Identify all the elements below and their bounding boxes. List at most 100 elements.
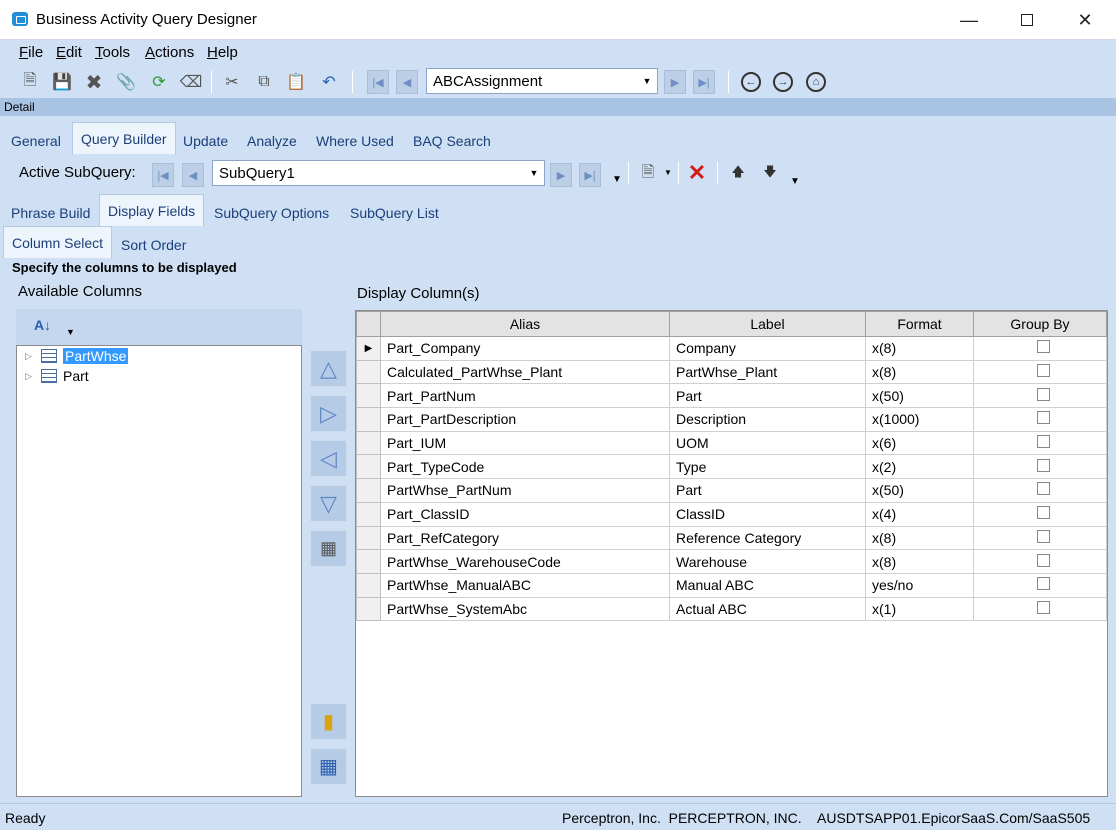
- cell-alias[interactable]: Part_IUM: [380, 430, 670, 456]
- cell-format[interactable]: x(8): [865, 549, 974, 574]
- cell-alias[interactable]: Part_TypeCode: [380, 454, 670, 480]
- group-by-checkbox[interactable]: [1036, 340, 1050, 354]
- cell-format[interactable]: x(50): [865, 383, 974, 409]
- column-header-label[interactable]: Label: [669, 311, 866, 337]
- cell-format[interactable]: x(8): [865, 525, 974, 551]
- last-record-icon[interactable]: ▶|: [693, 70, 715, 94]
- cell-label[interactable]: ClassID: [669, 501, 866, 527]
- grid-icon[interactable]: ▦: [310, 748, 347, 785]
- cell-alias[interactable]: PartWhse_PartNum: [380, 478, 670, 503]
- cell-group-by[interactable]: [973, 572, 1107, 598]
- menu-edit[interactable]: Edit: [56, 44, 82, 61]
- cell-format[interactable]: x(8): [865, 359, 974, 385]
- tab-analyze[interactable]: Analyze: [239, 128, 305, 154]
- chevron-down-icon[interactable]: ▼: [66, 327, 75, 337]
- move-up-icon[interactable]: △: [310, 350, 347, 387]
- group-by-checkbox[interactable]: [1036, 553, 1050, 567]
- cell-group-by[interactable]: [973, 596, 1107, 622]
- tab-sort-order[interactable]: Sort Order: [113, 232, 194, 258]
- cell-group-by[interactable]: [973, 549, 1107, 574]
- cell-alias[interactable]: Part_PartDescription: [380, 407, 670, 432]
- menu-tools[interactable]: Tools: [95, 44, 130, 61]
- cell-alias[interactable]: Calculated_PartWhse_Plant: [380, 359, 670, 385]
- group-by-checkbox[interactable]: [1036, 364, 1050, 378]
- expand-icon[interactable]: ▷: [25, 351, 37, 362]
- cell-format[interactable]: x(8): [865, 336, 974, 361]
- clear-icon[interactable]: ⌫: [180, 72, 203, 92]
- group-by-checkbox[interactable]: [1036, 506, 1050, 520]
- row-indicator[interactable]: [356, 383, 381, 409]
- cell-format[interactable]: x(1): [865, 596, 974, 622]
- cell-group-by[interactable]: [973, 383, 1107, 409]
- cell-label[interactable]: Description: [669, 407, 866, 432]
- cell-label[interactable]: Warehouse: [669, 549, 866, 574]
- tab-subquery-options[interactable]: SubQuery Options: [206, 200, 337, 226]
- row-indicator[interactable]: [356, 359, 381, 385]
- cell-group-by[interactable]: [973, 525, 1107, 551]
- group-by-checkbox[interactable]: [1036, 387, 1050, 401]
- minimize-button[interactable]: —: [940, 0, 998, 40]
- cell-label[interactable]: Type: [669, 454, 866, 480]
- table-row[interactable]: Part_PartNum Part x(50): [356, 383, 1107, 409]
- add-column-icon[interactable]: ▷: [310, 395, 347, 432]
- cell-format[interactable]: x(4): [865, 501, 974, 527]
- cell-group-by[interactable]: [973, 407, 1107, 432]
- table-row[interactable]: Calculated_PartWhse_Plant PartWhse_Plant x…: [356, 359, 1107, 385]
- paste-icon[interactable]: 📋: [286, 72, 306, 92]
- table-row[interactable]: ▶ Part_Company Company x(8): [356, 336, 1107, 361]
- cell-alias[interactable]: PartWhse_WarehouseCode: [380, 549, 670, 574]
- table-row[interactable]: Part_TypeCode Type x(2): [356, 454, 1107, 480]
- forward-icon[interactable]: →: [773, 72, 793, 92]
- home-icon[interactable]: ⌂: [806, 72, 826, 92]
- save-icon[interactable]: 💾: [52, 72, 72, 92]
- group-by-checkbox[interactable]: [1036, 435, 1050, 449]
- column-header-format[interactable]: Format: [865, 311, 974, 337]
- cell-label[interactable]: PartWhse_Plant: [669, 359, 866, 385]
- copy-icon[interactable]: ⧉: [254, 72, 274, 92]
- cell-alias[interactable]: PartWhse_SystemAbc: [380, 596, 670, 622]
- new-subquery-icon[interactable]: 🗎: [638, 164, 658, 184]
- subquery-next-icon[interactable]: ▶: [550, 163, 572, 187]
- row-indicator[interactable]: [356, 478, 381, 503]
- row-indicator[interactable]: [356, 430, 381, 456]
- cell-group-by[interactable]: [973, 501, 1107, 527]
- query-id-combo[interactable]: ABCAssignment ▼: [426, 68, 658, 94]
- tab-query-builder[interactable]: Query Builder: [72, 122, 176, 154]
- previous-record-icon[interactable]: ◀: [396, 70, 418, 94]
- tree-node[interactable]: ▷ PartWhse: [17, 346, 301, 366]
- remove-column-icon[interactable]: ◁: [310, 440, 347, 477]
- cut-icon[interactable]: ✂: [222, 72, 242, 92]
- table-row[interactable]: Part_IUM UOM x(6): [356, 430, 1107, 456]
- cell-label[interactable]: Reference Category: [669, 525, 866, 551]
- table-row[interactable]: Part_RefCategory Reference Category x(8): [356, 525, 1107, 551]
- overflow-icon[interactable]: ▼: [612, 174, 622, 185]
- cell-alias[interactable]: Part_PartNum: [380, 383, 670, 409]
- menu-actions[interactable]: Actions: [145, 44, 194, 61]
- column-header-alias[interactable]: Alias: [380, 311, 670, 337]
- row-indicator[interactable]: [356, 525, 381, 551]
- cell-alias[interactable]: Part_Company: [380, 336, 670, 361]
- cell-group-by[interactable]: [973, 430, 1107, 456]
- chevron-down-icon[interactable]: ▼: [526, 164, 542, 182]
- row-indicator[interactable]: [356, 572, 381, 598]
- chevron-down-icon[interactable]: ▼: [639, 72, 655, 90]
- row-indicator[interactable]: [356, 549, 381, 574]
- tab-where-used[interactable]: Where Used: [308, 128, 402, 154]
- delete-icon[interactable]: ✖: [84, 72, 104, 94]
- menu-help[interactable]: Help: [207, 44, 238, 61]
- subquery-last-icon[interactable]: ▶|: [579, 163, 601, 187]
- table-row[interactable]: PartWhse_WarehouseCode Warehouse x(8): [356, 549, 1107, 574]
- row-indicator[interactable]: [356, 596, 381, 622]
- refresh-icon[interactable]: ⟳: [149, 72, 169, 92]
- cell-group-by[interactable]: [973, 454, 1107, 480]
- table-row[interactable]: PartWhse_PartNum Part x(50): [356, 478, 1107, 503]
- sort-az-icon[interactable]: A↓: [34, 317, 51, 333]
- cell-format[interactable]: x(50): [865, 478, 974, 503]
- row-indicator[interactable]: [356, 501, 381, 527]
- group-by-checkbox[interactable]: [1036, 458, 1050, 472]
- undo-icon[interactable]: ↶: [319, 72, 339, 92]
- cell-group-by[interactable]: [973, 336, 1107, 361]
- cell-label[interactable]: Manual ABC: [669, 572, 866, 598]
- table-row[interactable]: PartWhse_SystemAbc Actual ABC x(1): [356, 596, 1107, 622]
- cell-format[interactable]: yes/no: [865, 572, 974, 598]
